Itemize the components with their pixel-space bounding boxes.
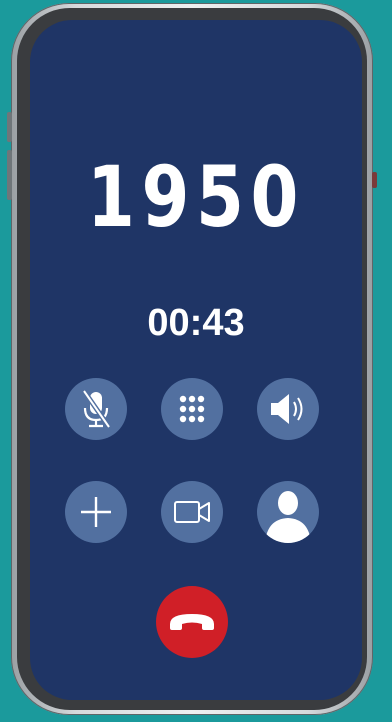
keypad-button[interactable] — [161, 378, 223, 440]
mute-button[interactable] — [65, 378, 127, 440]
side-button-volume-down[interactable] — [7, 150, 12, 200]
speaker-icon — [271, 394, 303, 424]
plus-icon — [81, 497, 111, 527]
caller-number: 1950 — [87, 148, 305, 246]
call-duration: 00:43 — [147, 302, 245, 344]
video-call-button[interactable] — [161, 481, 223, 543]
speaker-button[interactable] — [257, 378, 319, 440]
contacts-button[interactable] — [257, 481, 319, 543]
side-button-power[interactable] — [372, 172, 377, 188]
dialpad-icon — [179, 395, 205, 423]
video-camera-icon — [174, 501, 210, 523]
side-button-volume-up[interactable] — [7, 112, 12, 142]
call-screen: 1950 00:43 — [30, 20, 362, 700]
end-call-button[interactable] — [156, 586, 228, 658]
hang-up-icon — [170, 614, 214, 630]
contact-person-icon — [265, 491, 311, 543]
add-call-button[interactable] — [65, 481, 127, 543]
microphone-muted-icon — [81, 389, 112, 429]
